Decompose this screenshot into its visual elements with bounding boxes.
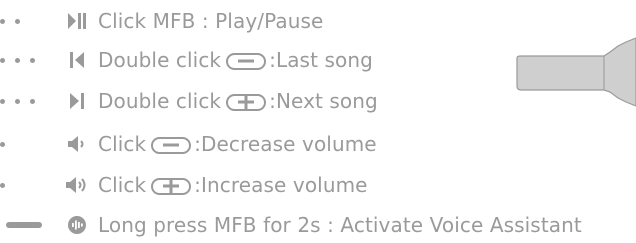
instruction-text: Double click :Last song bbox=[98, 48, 373, 72]
instruction-row-decrease-volume: Click :Decrease volume bbox=[0, 126, 636, 162]
previous-track-icon bbox=[64, 42, 90, 78]
instruction-text: Click :Decrease volume bbox=[98, 132, 377, 156]
single-dot-indicator bbox=[0, 167, 15, 203]
triple-dot-indicator bbox=[0, 42, 45, 78]
double-dot-indicator bbox=[0, 3, 30, 39]
instruction-text: Click :Increase volume bbox=[98, 173, 368, 197]
volume-down-icon bbox=[64, 126, 90, 162]
instruction-text: Double click :Next song bbox=[98, 89, 378, 113]
instruction-row-voice-assistant: Long press MFB for 2s : Activate Voice A… bbox=[0, 207, 636, 243]
triple-dot-indicator bbox=[0, 83, 45, 119]
instruction-row-increase-volume: Click :Increase volume bbox=[0, 167, 636, 203]
single-dot-indicator bbox=[0, 126, 15, 162]
long-press-indicator bbox=[0, 207, 42, 243]
instruction-text: Long press MFB for 2s : Activate Voice A… bbox=[98, 213, 582, 237]
minus-button-icon bbox=[151, 136, 192, 154]
instruction-text: Click MFB : Play/Pause bbox=[98, 9, 324, 33]
volume-up-icon bbox=[64, 167, 90, 203]
next-track-icon bbox=[64, 83, 90, 119]
plus-button-icon bbox=[151, 177, 192, 195]
plus-button-icon bbox=[226, 93, 267, 111]
voice-assistant-icon bbox=[64, 207, 90, 243]
earbud-stem-illustration bbox=[516, 34, 636, 114]
minus-button-icon bbox=[226, 52, 267, 70]
play-pause-icon bbox=[64, 3, 90, 39]
